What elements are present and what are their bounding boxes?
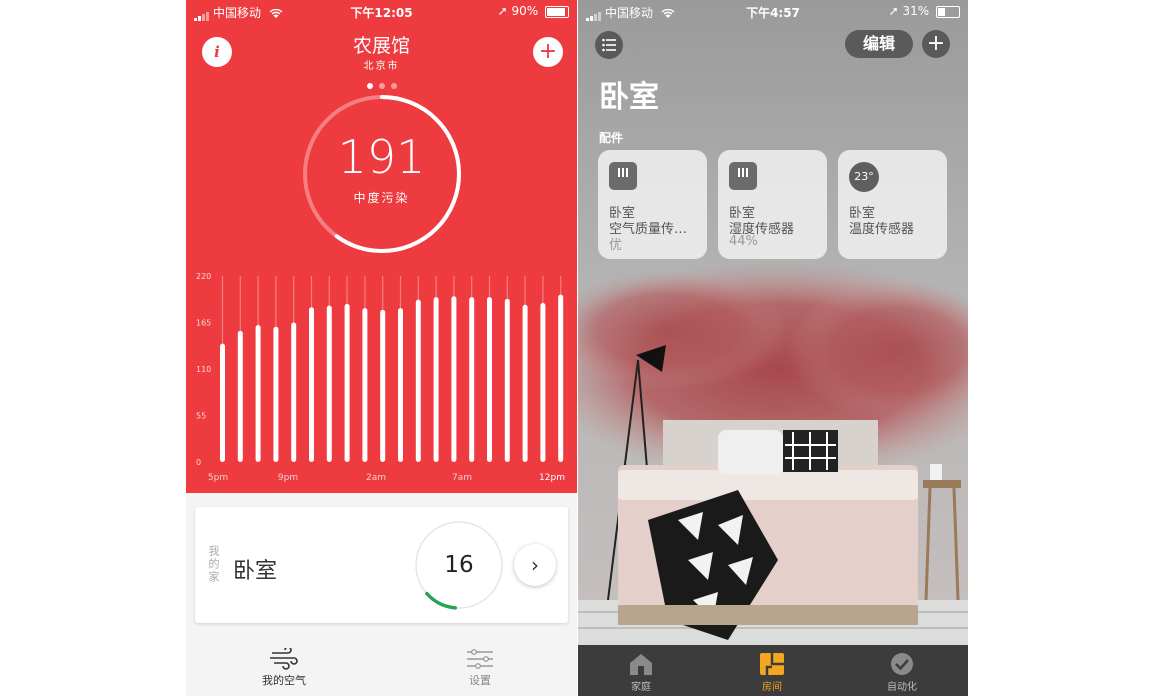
y-tick-label: 165	[196, 319, 211, 328]
aqi-bar[interactable]	[273, 326, 279, 462]
page-indicator[interactable]	[186, 74, 577, 93]
aqi-bar[interactable]	[380, 309, 386, 462]
location-icon: ➚	[497, 4, 508, 18]
clock-check-icon	[891, 653, 913, 675]
rooms-icon	[760, 653, 784, 675]
accessory-tile-humidity[interactable]: 卧室 湿度传感器 44%	[718, 150, 827, 259]
page-dot	[390, 83, 397, 89]
station-city: 北京市	[363, 61, 400, 72]
add-accessory-button[interactable]: +	[922, 30, 950, 58]
battery-icon	[936, 5, 960, 18]
x-tick-label: 12pm	[539, 473, 565, 483]
aqi-bar[interactable]	[522, 304, 528, 462]
x-tick-label: 2am	[366, 473, 386, 483]
aqi-level-label: 中度污染	[353, 191, 410, 205]
aqi-bar[interactable]	[540, 303, 546, 462]
y-tick-label: 55	[196, 412, 206, 421]
location-icon: ➚	[888, 4, 899, 18]
aqi-bar[interactable]	[398, 308, 403, 462]
aqi-bar[interactable]	[362, 308, 368, 462]
aqi-bar[interactable]	[487, 297, 492, 462]
aqi-value: 191	[337, 130, 426, 184]
aqi-bar[interactable]	[344, 303, 350, 462]
station-name: 农展馆	[352, 35, 410, 57]
humidity-sensor-icon	[729, 162, 757, 190]
list-icon	[602, 38, 616, 52]
status-bar: 中国移动 下午4:57 ➚ 31%	[578, 0, 968, 22]
wind-icon	[270, 648, 298, 670]
status-bar: 中国移动 下午12:05 ➚ 90%	[186, 0, 577, 22]
tile-name: 温度传感器	[849, 222, 915, 237]
tile-name: 空气质量传…	[609, 222, 688, 237]
x-tick-label: 7am	[452, 473, 472, 483]
tab-automation[interactable]: 自动化	[862, 651, 942, 693]
temperature-badge: 23°	[849, 162, 879, 192]
aqi-bar[interactable]	[255, 325, 261, 462]
indoor-aqi-value: 16	[444, 552, 474, 578]
battery-percent: 90%	[511, 4, 539, 18]
tile-state: 优	[609, 238, 623, 253]
city-air-panel: 中国移动 下午12:05 ➚ 90% i + 农展馆 北京市 191 中度污染 …	[186, 0, 577, 493]
aqi-bar[interactable]	[309, 307, 314, 462]
status-right: ➚ 90%	[498, 4, 569, 18]
air-quality-sensor-icon	[609, 162, 637, 190]
y-tick-label: 110	[196, 365, 211, 374]
home-room-card[interactable]: 我的家 卧室 16 ›	[195, 507, 568, 623]
tab-settings[interactable]: 设置	[420, 648, 540, 688]
home-app-screen: 中国移动 下午4:57 ➚ 31% 编辑 + 卧室 配件 卧室 空气质量传… 优…	[578, 0, 968, 696]
aqi-bar[interactable]	[504, 298, 510, 462]
aqi-bar[interactable]	[237, 330, 243, 462]
aqi-bar[interactable]	[291, 322, 297, 463]
aqi-bar[interactable]	[451, 296, 457, 462]
tile-state: 44%	[729, 234, 758, 249]
status-right: ➚ 31%	[889, 4, 960, 18]
tab-home[interactable]: 家庭	[601, 651, 681, 693]
x-tick-label: 5pm	[208, 473, 228, 483]
bottom-tab-bar: 我的空气 设置	[186, 640, 577, 696]
room-title: 卧室	[599, 80, 659, 115]
y-tick-label: 220	[196, 272, 211, 281]
y-tick-label: 0	[196, 458, 201, 467]
accessories-section-title: 配件	[599, 131, 624, 145]
aqi-history-chart: 220 165 110 55 0 5pm 9pm 2am 7am 12pm	[186, 262, 577, 492]
chevron-right-button[interactable]: ›	[514, 544, 556, 586]
aqi-bar[interactable]	[469, 297, 475, 462]
bottom-tab-bar: 家庭 房间 自动化	[578, 645, 968, 696]
edit-button[interactable]: 编辑	[845, 30, 913, 58]
room-name: 卧室	[233, 559, 278, 584]
aqi-bar[interactable]	[326, 305, 332, 462]
my-home-label: 我的家	[207, 545, 220, 584]
accessory-tile-air-quality[interactable]: 卧室 空气质量传… 优	[598, 150, 707, 259]
accessory-tile-temperature[interactable]: 23° 卧室 温度传感器	[838, 150, 947, 259]
battery-icon	[545, 5, 569, 18]
aqi-bar[interactable]	[558, 294, 564, 462]
sliders-icon	[467, 649, 493, 669]
battery-percent: 31%	[902, 4, 930, 18]
aqi-bar[interactable]	[433, 297, 439, 462]
house-icon	[630, 654, 652, 675]
aqi-bar[interactable]	[220, 343, 225, 462]
aqi-bar[interactable]	[415, 299, 421, 462]
air-quality-app-screen: 中国移动 下午12:05 ➚ 90% i + 农展馆 北京市 191 中度污染 …	[186, 0, 577, 696]
home-list-button[interactable]	[595, 31, 623, 59]
tab-rooms[interactable]: 房间	[732, 651, 812, 693]
page-dot	[366, 83, 373, 89]
tab-my-air[interactable]: 我的空气	[224, 648, 344, 688]
x-tick-label: 9pm	[278, 473, 298, 483]
page-dot	[378, 83, 385, 89]
